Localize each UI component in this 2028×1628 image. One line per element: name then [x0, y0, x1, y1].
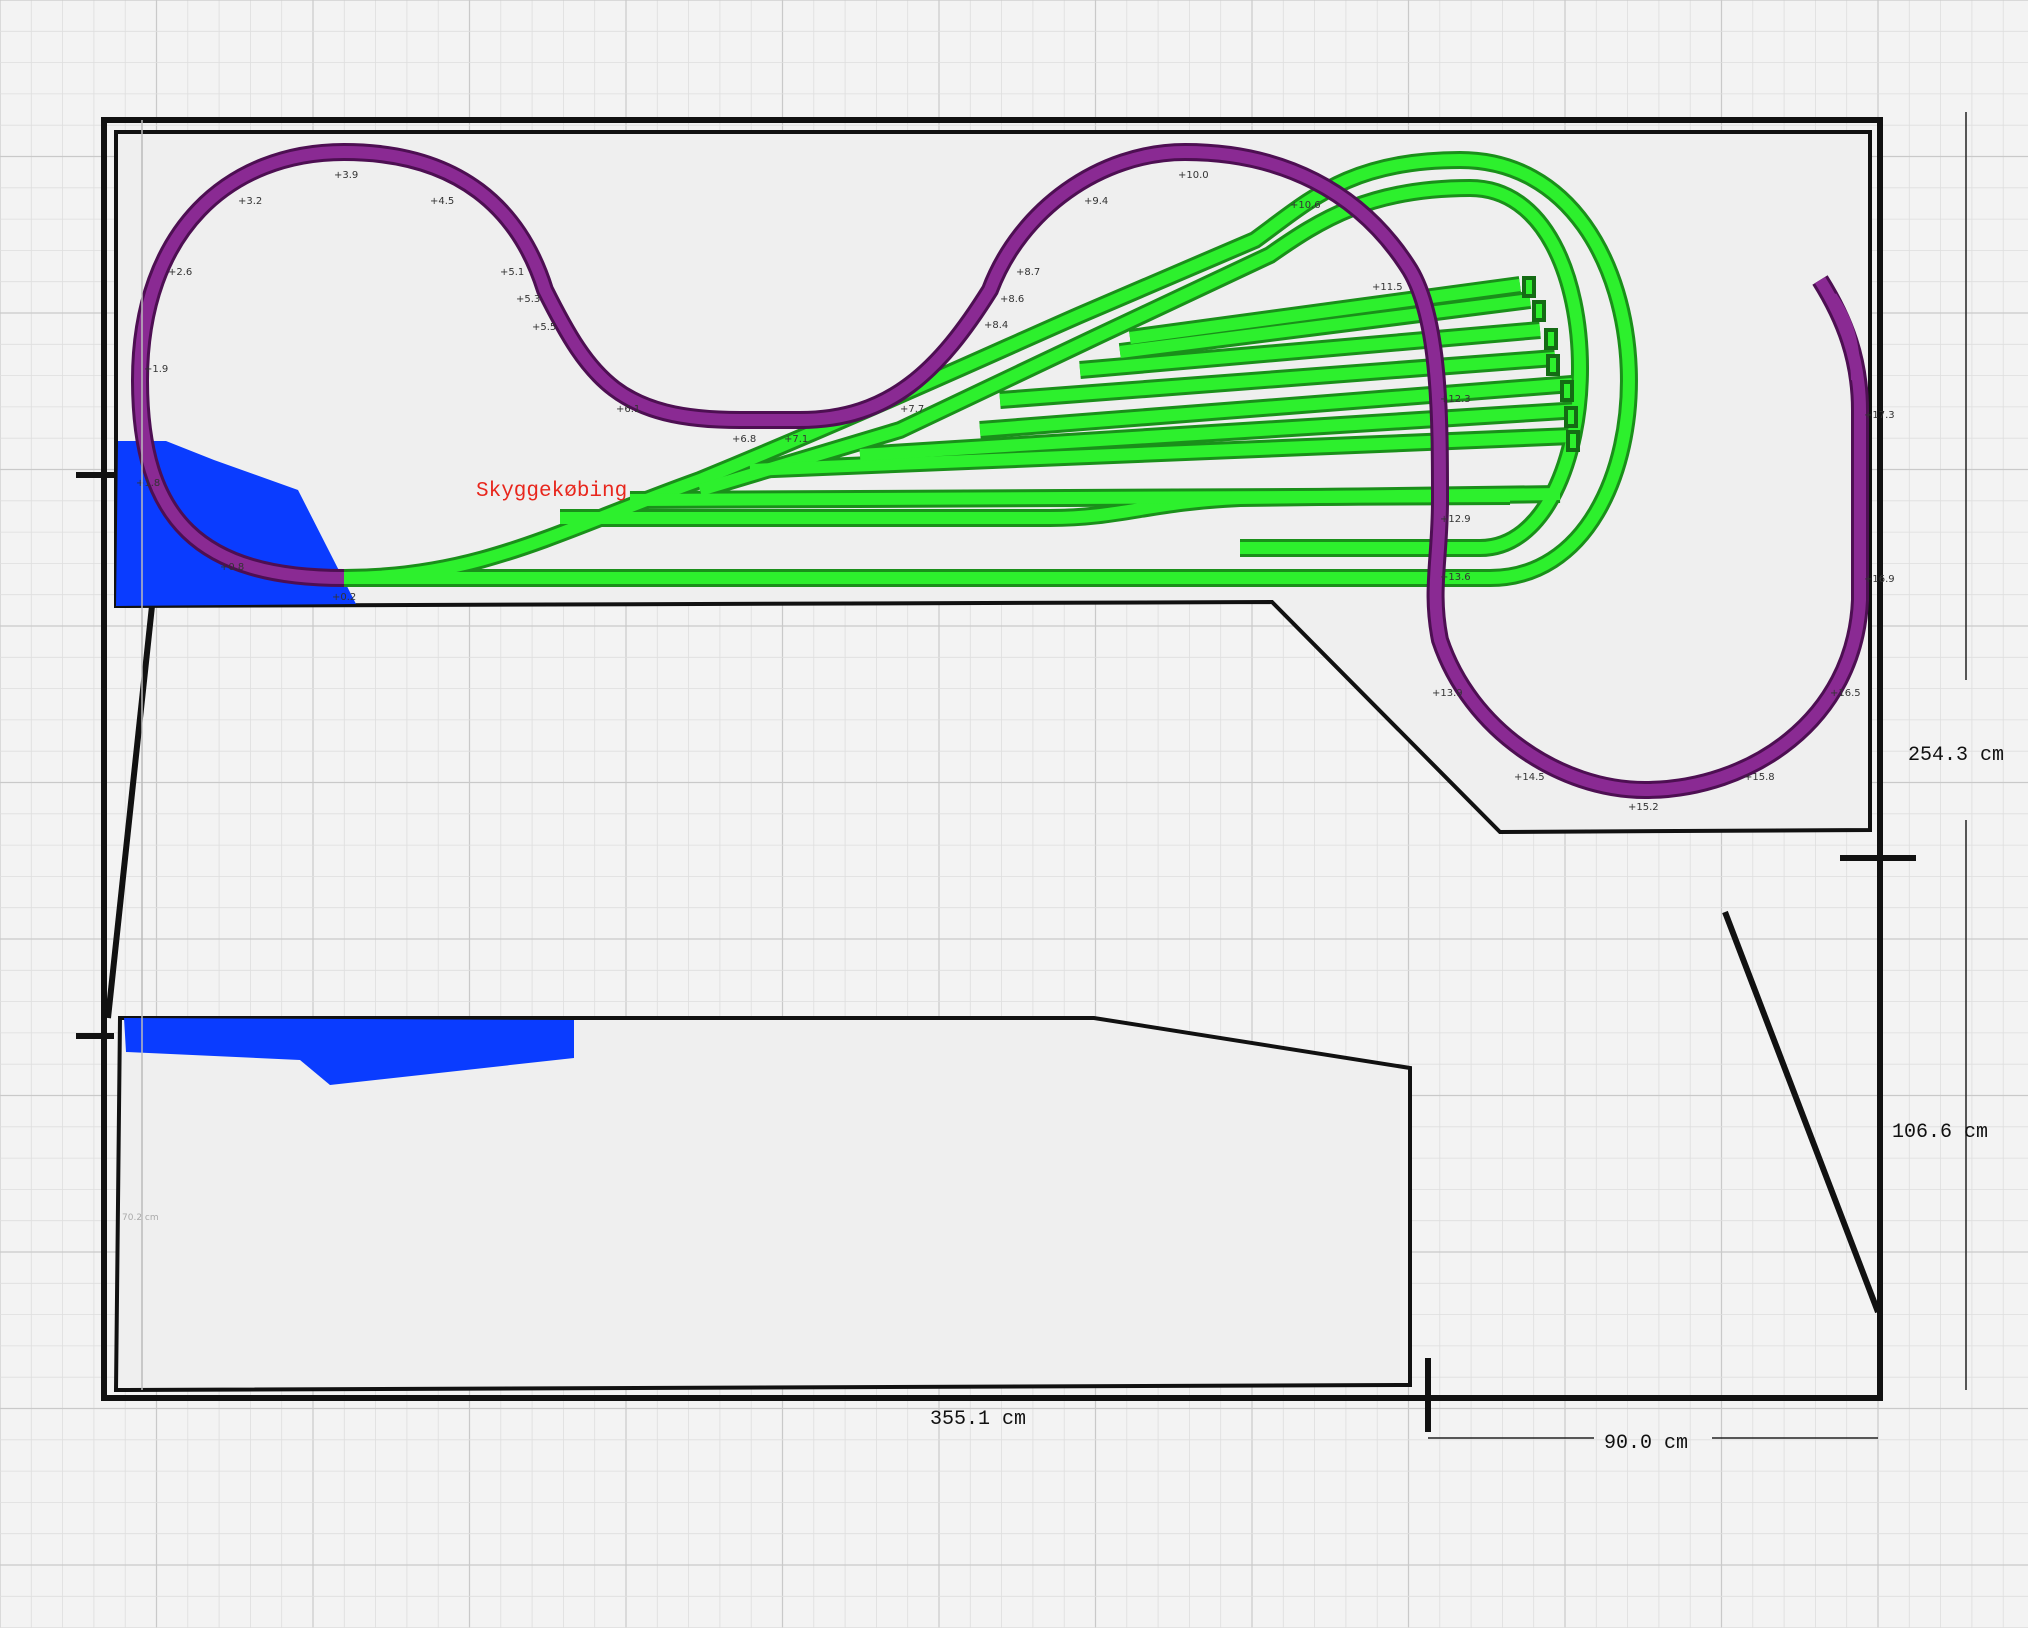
- dimension-width-right: 90.0 cm: [1604, 1432, 1688, 1455]
- elevation-label: +5.5: [532, 322, 556, 333]
- elevation-label: +12.9: [1440, 514, 1471, 525]
- support-line-left: [105, 605, 155, 1019]
- elevation-label: +4.5: [430, 196, 454, 207]
- track-plan-canvas: Skyggekøbing +3.9 +3.2 +4.5 +2.6 +5.1 +5…: [0, 0, 2028, 1628]
- elevation-label: +10.0: [1178, 170, 1209, 181]
- elevation-label: +10.6: [1290, 200, 1321, 211]
- elevation-label: +5.1: [500, 267, 524, 278]
- dimension-height-total: 254.3 cm: [1908, 744, 2004, 767]
- elevation-label: +7.1: [784, 434, 808, 445]
- elevation-label: +15.2: [1628, 802, 1659, 813]
- elevation-label: +3.9: [334, 170, 358, 181]
- elevation-label: +3.2: [238, 196, 262, 207]
- dimension-height-lower: 106.6 cm: [1892, 1121, 1988, 1144]
- elevation-label: +1.9: [144, 364, 168, 375]
- elevation-label: +16.5: [1830, 688, 1861, 699]
- elevation-label: +0.8: [220, 562, 244, 573]
- elevation-label: +8.4: [984, 320, 1008, 331]
- elevation-label: +2.6: [168, 267, 192, 278]
- elevation-label: +12.3: [1440, 394, 1471, 405]
- elevation-label: +17.3: [1864, 410, 1895, 421]
- elevation-label: +0.2: [332, 592, 356, 603]
- elevation-label: +8.7: [1016, 267, 1040, 278]
- elevation-label: +16.9: [1864, 574, 1895, 585]
- elevation-label: +1.8: [136, 478, 160, 489]
- elevation-label: +7.7: [900, 404, 924, 415]
- elevation-label: +11.5: [1372, 282, 1403, 293]
- elevation-label: +13.9: [1432, 688, 1463, 699]
- station-label: Skyggekøbing: [476, 480, 627, 503]
- elevation-label: +14.5: [1514, 772, 1545, 783]
- elevation-label: +15.8: [1744, 772, 1775, 783]
- elevation-label: +13.6: [1440, 572, 1471, 583]
- elevation-label: +6.1: [616, 404, 640, 415]
- elevation-label: +9.4: [1084, 196, 1108, 207]
- elevation-label: +6.8: [732, 434, 756, 445]
- elevation-label: +8.6: [1000, 294, 1024, 305]
- lower-board: [113, 1016, 1412, 1393]
- dimension-faint-left: 70.2 cm: [122, 1213, 159, 1223]
- dimension-width-main: 355.1 cm: [930, 1408, 1026, 1431]
- elevation-label: +5.3: [516, 294, 540, 305]
